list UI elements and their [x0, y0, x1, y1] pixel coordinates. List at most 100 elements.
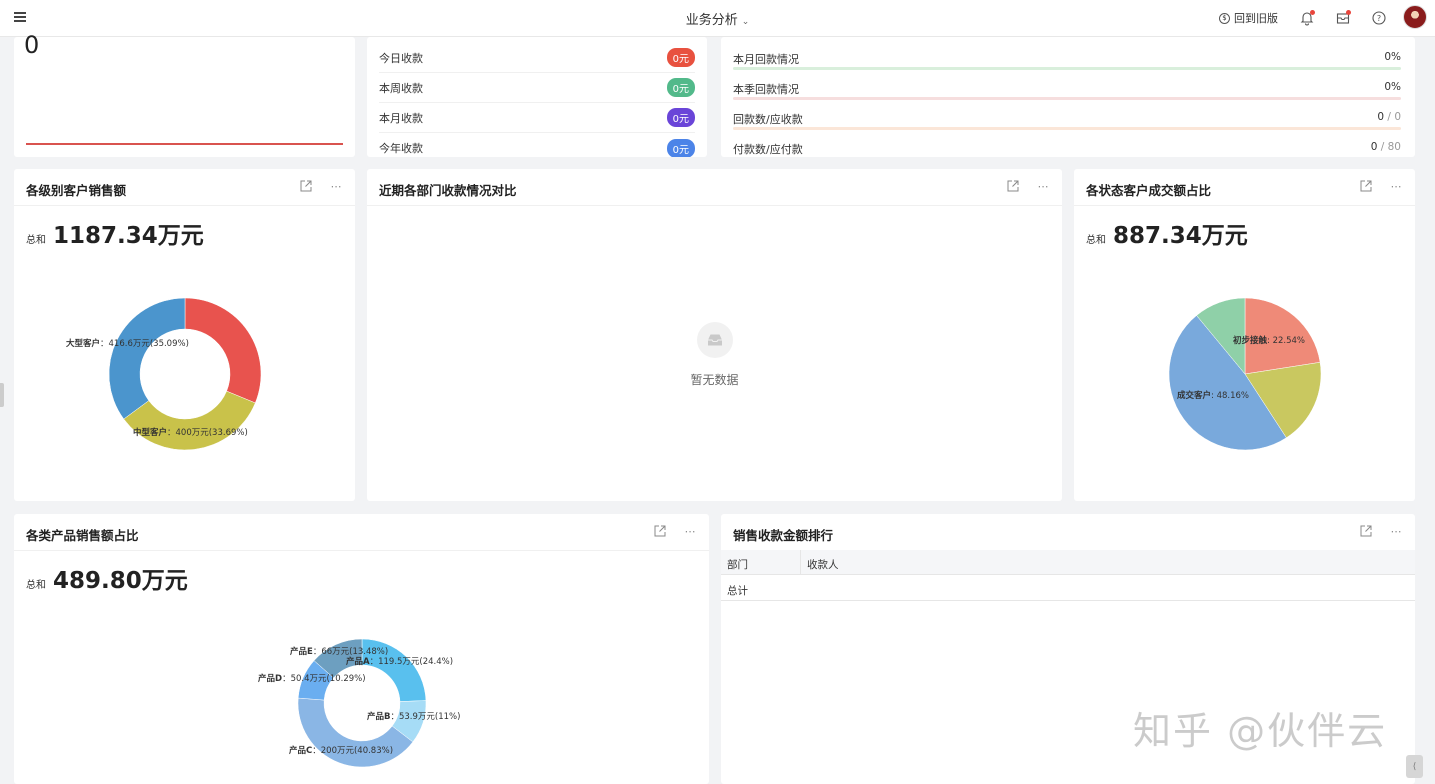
slice-label: 产品B：53.9万元(11%) — [367, 711, 460, 722]
slice-label: 初步接触: 22.54% — [1233, 335, 1305, 346]
income-label: 本周收款 — [379, 81, 423, 95]
page-title-dropdown[interactable]: 业务分析 ⌄ — [686, 13, 750, 28]
empty-text: 暂无数据 — [690, 373, 739, 387]
slice-label: 中型客户：400万元(33.69%) — [133, 427, 248, 438]
pie-slice-大型客户[interactable] — [108, 297, 186, 420]
product-ratio-card: 各类产品销售额占比 ⋯ 总和 489.80万元 产品A：119.5万元(24.4… — [14, 514, 709, 784]
total-value: 489.80万元 — [53, 568, 188, 594]
dollar-circle-icon: $ — [1219, 12, 1230, 24]
hamburger-menu-icon[interactable] — [14, 12, 26, 22]
old-version-label: 回到旧版 — [1234, 12, 1278, 25]
top-bar: 业务分析 ⌄ $ 回到旧版 ? — [0, 0, 1435, 37]
dept-compare-card: 近期各部门收款情况对比 ⋯ 暂无数据 — [367, 169, 1062, 501]
expand-icon[interactable] — [1359, 524, 1373, 538]
page-title-text: 业务分析 — [685, 13, 738, 28]
total-sum: 总和 1187.34万元 — [26, 216, 204, 250]
payback-label: 回款数/应收款 — [733, 113, 803, 126]
payback-value: 0 / 80 — [1370, 141, 1401, 153]
customer-level-card: 各级别客户销售额 ⋯ 总和 1187.34万元 中型客户：400万元(33.69… — [14, 169, 355, 501]
income-label: 今日收款 — [379, 51, 423, 65]
payback-card: 本月回款情况 0% 本季回款情况 0% 回款数/应收款 0 / 0 付款数/应付… — [721, 37, 1415, 157]
card-actions: ⋯ — [1006, 179, 1050, 193]
inbox-icon[interactable] — [1335, 10, 1351, 26]
payback-label: 付款数/应付款 — [733, 143, 803, 156]
income-row: 本周收款 0元 — [379, 73, 695, 103]
total-row-label: 总计 — [727, 585, 748, 597]
more-icon[interactable]: ⋯ — [329, 179, 343, 193]
total-sum: 总和 489.80万元 — [26, 561, 188, 595]
income-badge: 0元 — [666, 48, 695, 67]
old-version-button[interactable]: $ 回到旧版 — [1219, 10, 1278, 26]
expand-icon[interactable] — [1359, 179, 1373, 193]
progress-track — [733, 67, 1401, 70]
bell-icon[interactable] — [1299, 10, 1315, 26]
card-title: 各类产品销售额占比 — [26, 528, 139, 543]
top-value-card: 0 — [14, 31, 355, 157]
payback-row: 回款数/应收款 0 / 0 — [733, 102, 1401, 132]
expand-icon[interactable] — [1006, 179, 1020, 193]
pie-slice[interactable] — [184, 297, 262, 404]
payback-label: 本季回款情况 — [733, 83, 799, 96]
slice-label: 产品E：66万元(13.48%) — [290, 646, 388, 657]
slice-label: 大型客户：416.6万元(35.09%) — [66, 338, 189, 349]
income-row: 今年收款 0元 — [379, 133, 695, 157]
ranking-card: 销售收款金额排行 ⋯ 部门 收款人 总计 — [721, 514, 1415, 784]
income-label: 本月收款 — [379, 111, 423, 125]
more-icon[interactable]: ⋯ — [1389, 524, 1403, 538]
total-label: 总和 — [1086, 235, 1106, 246]
more-icon[interactable]: ⋯ — [1389, 179, 1403, 193]
table-total-row: 总计 — [721, 576, 1415, 601]
progress-track — [733, 97, 1401, 100]
progress-track — [733, 127, 1401, 130]
payback-row: 本季回款情况 0% — [733, 72, 1401, 102]
card-title: 各级别客户销售额 — [26, 183, 127, 198]
total-label: 总和 — [26, 235, 46, 246]
income-card: 今日收款 0元 本周收款 0元 本月收款 0元 今年收款 0元 — [367, 37, 707, 157]
collapse-button[interactable]: ⟨ — [1406, 755, 1423, 778]
slice-label: 产品D：50.4万元(10.29%) — [258, 673, 366, 684]
column-header-payee[interactable]: 收款人 — [807, 557, 839, 572]
chevron-down-icon: ⌄ — [741, 17, 750, 27]
card-actions: ⋯ — [299, 179, 343, 193]
income-row: 本月收款 0元 — [379, 103, 695, 133]
more-icon[interactable]: ⋯ — [683, 524, 697, 538]
slice-label: 成交客户: 48.16% — [1177, 390, 1249, 401]
pie-slice-产品C[interactable] — [297, 697, 414, 768]
card-actions: ⋯ — [653, 524, 697, 538]
card-actions: ⋯ — [1359, 179, 1403, 193]
payback-row: 本月回款情况 0% — [733, 42, 1401, 72]
svg-text:?: ? — [1377, 14, 1381, 23]
more-icon[interactable]: ⋯ — [1036, 179, 1050, 193]
slice-label: 产品C：200万元(40.83%) — [289, 745, 393, 756]
help-icon[interactable]: ? — [1371, 10, 1387, 26]
empty-box-icon — [697, 322, 733, 358]
payback-total: 80 — [1387, 141, 1401, 153]
expand-icon[interactable] — [299, 179, 313, 193]
avatar[interactable] — [1403, 5, 1427, 29]
customer-level-donut-chart: 中型客户：400万元(33.69%) 大型客户：416.6万元(35.09%) — [66, 297, 262, 451]
sidebar-toggle-handle[interactable] — [0, 383, 4, 407]
payback-value: 0 / 0 — [1377, 111, 1401, 123]
payback-value: 0% — [1384, 81, 1401, 93]
table-header: 部门 收款人 — [721, 550, 1415, 575]
trend-line — [26, 143, 343, 145]
income-row: 今日收款 0元 — [379, 43, 695, 73]
status-ratio-card: 各状态客户成交额占比 ⋯ 总和 887.34万元 初步接触: 22.54% 成交客… — [1074, 169, 1415, 501]
card-title: 近期各部门收款情况对比 — [379, 183, 517, 198]
total-label: 总和 — [26, 580, 46, 591]
total-value: 1187.34万元 — [53, 223, 204, 249]
payback-total: 0 — [1394, 111, 1401, 123]
income-badge: 0元 — [666, 108, 695, 127]
total-value: 887.34万元 — [1113, 223, 1248, 249]
slice-label: 产品A：119.5万元(24.4%) — [346, 656, 453, 667]
income-label: 今年收款 — [379, 142, 423, 155]
card-title: 销售收款金额排行 — [733, 528, 834, 543]
top-value: 0 — [24, 31, 40, 59]
status-ratio-pie-chart: 初步接触: 22.54% 成交客户: 48.16% — [1168, 297, 1322, 451]
payback-label: 本月回款情况 — [733, 53, 799, 66]
payback-value: 0% — [1384, 51, 1401, 63]
total-sum: 总和 887.34万元 — [1086, 216, 1248, 250]
column-header-dept[interactable]: 部门 — [727, 557, 748, 572]
expand-icon[interactable] — [653, 524, 667, 538]
card-title: 各状态客户成交额占比 — [1086, 183, 1212, 198]
